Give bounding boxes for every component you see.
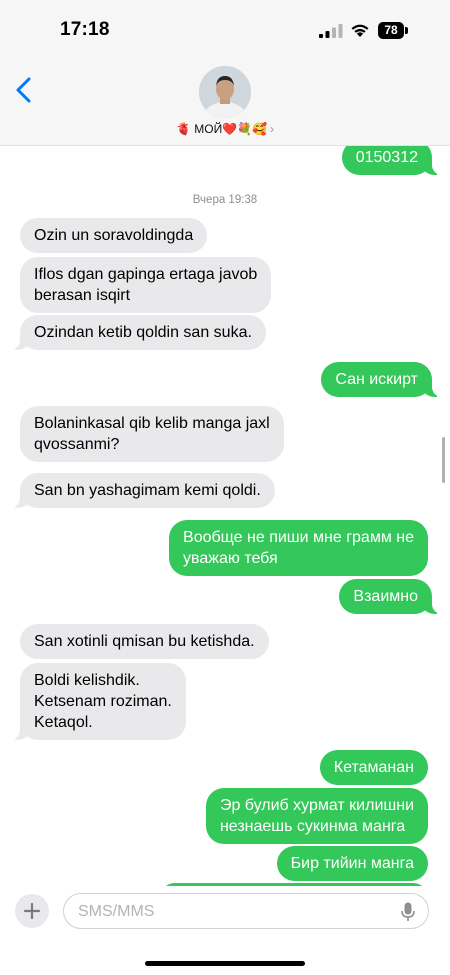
message-bubble-incoming[interactable]: Iflos dgan gapinga ertaga javob berasan … (20, 257, 272, 313)
message-bubble-incoming[interactable]: San bn yashagimam kemi qoldi. (10, 473, 275, 508)
message-bubble-outgoing[interactable]: Бир тийин манга (276, 846, 428, 881)
message-bubble-outgoing[interactable]: Сан искирт (321, 362, 442, 397)
contact-name-row[interactable]: 🫀 МОЙ❤️💐🥰 › (0, 122, 450, 136)
message-bubble-outgoing[interactable]: 0150312 (341, 146, 443, 175)
message-input[interactable]: SMS/MMS (63, 893, 429, 929)
battery-level: 78 (384, 23, 398, 37)
message-bubble-incoming[interactable]: San xotinli qmisan bu ketishda. (20, 624, 269, 659)
message-bubble-incoming[interactable]: Bolaninkasal qib kelib manga jaxl qvossa… (20, 406, 284, 462)
message-text: Эр булиб хурмат килишни незнаешь сукинма… (219, 797, 414, 835)
message-input-placeholder: SMS/MMS (78, 903, 155, 920)
chevron-right-icon: › (270, 122, 275, 136)
message-text: Кетаманан (333, 759, 414, 776)
message-text: San xotinli qmisan bu ketishda. (34, 633, 255, 650)
contact-avatar[interactable] (199, 66, 251, 118)
message-bubble-outgoing[interactable]: Взаимно (339, 579, 442, 614)
battery-icon: 78 (378, 22, 408, 39)
scroll-indicator[interactable] (442, 437, 445, 483)
message-text: Сан искирт (335, 371, 418, 388)
avatar-photo (199, 66, 251, 118)
plus-icon (23, 902, 41, 920)
cellular-signal-icon (319, 24, 343, 38)
status-bar: 17:18 78 (0, 0, 450, 60)
message-text: Бир тийин манга (290, 855, 414, 872)
message-text: San bn yashagimam kemi qoldi. (34, 482, 261, 499)
message-text: Вообще не пиши мне грамм не уважаю тебя (183, 529, 414, 567)
timestamp: Вчера 19:38 (192, 194, 258, 206)
contact-name: 🫀 МОЙ❤️💐🥰 (175, 122, 268, 136)
status-time: 17:18 (60, 19, 110, 40)
message-bubble-outgoing[interactable]: Кетаманан (319, 750, 428, 785)
message-text: Ozindan ketib qoldin san suka. (34, 324, 252, 341)
message-bubble-outgoing[interactable]: Вообще не пиши мне грамм не уважаю тебя (169, 520, 428, 576)
message-bubble-incoming[interactable]: Boldi kelishdik. Ketsenam roziman. Ketaq… (10, 663, 186, 740)
message-text: Ozin un soravoldingda (34, 227, 194, 244)
message-bubble-outgoing[interactable]: Эр булиб хурмат килишни незнаешь сукинма… (205, 788, 428, 844)
message-text: 0150312 (355, 149, 418, 166)
message-text: Bolaninkasal qib kelib manga jaxl qvossa… (34, 415, 270, 453)
message-bubble-incoming[interactable]: Ozin un soravoldingda (20, 218, 208, 253)
chevron-left-icon (16, 77, 31, 103)
message-text: Взаимно (353, 588, 418, 605)
microphone-icon[interactable] (401, 902, 415, 922)
message-bubble-incoming[interactable]: Ozindan ketib qoldin san suka. (10, 315, 266, 350)
home-indicator[interactable] (145, 961, 305, 966)
back-button[interactable] (10, 74, 40, 106)
add-attachment-button[interactable] (15, 894, 49, 928)
wifi-icon (351, 24, 369, 37)
message-text: Iflos dgan gapinga ertaga javob berasan … (34, 266, 258, 304)
message-text: Boldi kelishdik. Ketsenam roziman. Ketaq… (34, 672, 172, 731)
message-list[interactable]: 0150312 Вчера 19:38 Ozin un soravoldingd… (0, 146, 450, 886)
